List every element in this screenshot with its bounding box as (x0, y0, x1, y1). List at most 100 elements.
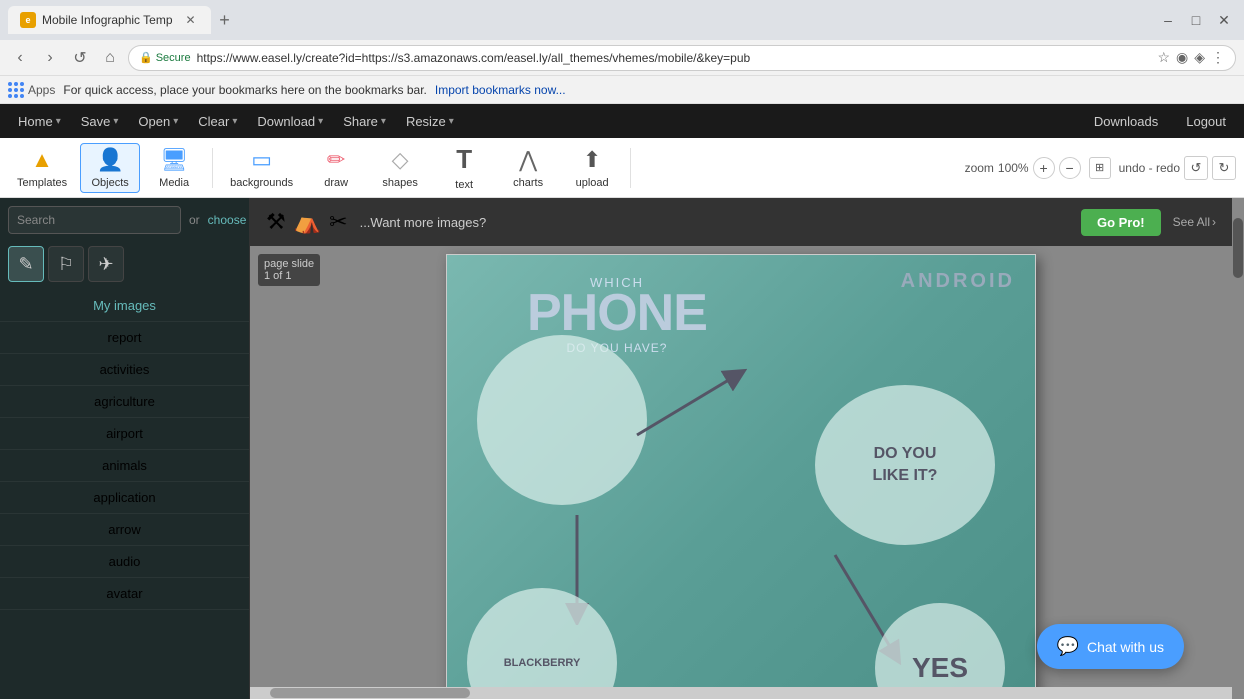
h-scroll-thumb[interactable] (270, 688, 470, 698)
menu-home[interactable]: Home ▾ (8, 110, 71, 133)
objects-icon: 👤 (96, 147, 123, 173)
vertical-scrollbar[interactable] (1232, 198, 1244, 699)
zoom-control: zoom 100% + − (965, 157, 1081, 179)
back-button[interactable]: ‹ (8, 46, 32, 70)
menu-downloads[interactable]: Downloads (1084, 110, 1168, 133)
app-container: Home ▾ Save ▾ Open ▾ Clear ▾ Download ▾ … (0, 104, 1244, 699)
menu-save[interactable]: Save ▾ (71, 110, 129, 133)
address-bar[interactable]: 🔒 Secure https://www.easel.ly/create?id=… (128, 45, 1236, 71)
lock-icon: 🔒 (139, 51, 153, 64)
tab-close-button[interactable]: ✕ (183, 12, 199, 28)
secure-label: Secure (156, 52, 191, 64)
pro-icon-2: ⛺ (294, 209, 321, 235)
menu-clear[interactable]: Clear ▾ (188, 110, 247, 133)
close-button[interactable]: ✕ (1212, 8, 1236, 32)
v-scroll-thumb[interactable] (1233, 218, 1243, 278)
category-arrow[interactable]: arrow (0, 514, 249, 546)
category-application[interactable]: application (0, 482, 249, 514)
page-number: 1 of 1 (264, 270, 292, 282)
bookmarks-text: For quick access, place your bookmarks h… (63, 83, 427, 97)
draw-button[interactable]: ✏ draw (306, 143, 366, 193)
category-animals[interactable]: animals (0, 450, 249, 482)
apps-icon[interactable]: Apps (8, 82, 55, 98)
address-url: https://www.easel.ly/create?id=https://s… (197, 51, 1152, 65)
menu-clear-label: Clear (198, 114, 229, 129)
category-audio[interactable]: audio (0, 546, 249, 578)
media-label: Media (159, 177, 189, 189)
menu-resize[interactable]: Resize ▾ (396, 110, 464, 133)
do-you-like-text: DO YOULIKE IT? (873, 443, 938, 488)
search-input[interactable] (8, 206, 181, 234)
category-dropdown[interactable]: choose category ▾ (208, 213, 250, 227)
profile-icon[interactable]: ◉ (1176, 49, 1188, 66)
arrow-up-right (627, 365, 747, 448)
menu-home-label: Home (18, 114, 53, 129)
canvas[interactable]: WHICH PHONE DO YOU HAVE? ANDROID (446, 254, 1036, 687)
zoom-in-button[interactable]: + (1033, 157, 1055, 179)
upload-button[interactable]: ⬆ upload (562, 143, 622, 193)
browser-frame: e Mobile Infographic Temp ✕ + – □ ✕ ‹ › … (0, 0, 1244, 699)
shapes-button[interactable]: ◇ shapes (370, 143, 430, 193)
category-avatar[interactable]: avatar (0, 578, 249, 610)
text-button[interactable]: T text (434, 143, 494, 193)
templates-label: Templates (17, 177, 67, 189)
see-all-button[interactable]: See All › (1173, 215, 1216, 229)
phone-text: PHONE (527, 290, 707, 337)
upload-label: upload (576, 177, 609, 189)
backgrounds-button[interactable]: ▭ backgrounds (221, 143, 302, 193)
menu-logout[interactable]: Logout (1176, 110, 1236, 133)
undo-button[interactable]: ↺ (1184, 156, 1208, 180)
category-my-images[interactable]: My images (0, 290, 249, 322)
home-button[interactable]: ⌂ (98, 46, 122, 70)
new-tab-button[interactable]: + (211, 6, 239, 34)
minimize-button[interactable]: – (1156, 8, 1180, 32)
window-controls: – □ ✕ (1156, 8, 1236, 32)
horizontal-scrollbar[interactable] (250, 687, 1232, 699)
extension-icon[interactable]: ◈ (1194, 49, 1205, 66)
forward-button[interactable]: › (38, 46, 62, 70)
canvas-wrapper[interactable]: WHICH PHONE DO YOU HAVE? ANDROID (250, 246, 1232, 687)
menu-download-arrow: ▾ (318, 116, 323, 127)
active-tab[interactable]: e Mobile Infographic Temp ✕ (8, 6, 211, 34)
category-my-images-label: My images (93, 298, 156, 313)
menu-open-arrow: ▾ (173, 116, 178, 127)
tab-all-objects[interactable]: ✎ (8, 246, 44, 282)
import-bookmarks-link[interactable]: Import bookmarks now... (435, 83, 566, 97)
menu-share[interactable]: Share ▾ (333, 110, 396, 133)
category-airport[interactable]: airport (0, 418, 249, 450)
pro-icon-3: ✂ (329, 209, 347, 235)
zoom-out-button[interactable]: − (1059, 157, 1081, 179)
text-icon: T (456, 144, 472, 175)
category-activities[interactable]: activities (0, 354, 249, 386)
or-label: or (189, 213, 200, 227)
main-circle (477, 335, 647, 505)
charts-button[interactable]: ⋀ charts (498, 143, 558, 193)
charts-icon: ⋀ (519, 147, 537, 173)
tab-planes[interactable]: ✈ (88, 246, 124, 282)
menu-download[interactable]: Download ▾ (247, 110, 333, 133)
menu-dots-icon[interactable]: ⋮ (1211, 49, 1225, 66)
category-avatar-label: avatar (106, 586, 142, 601)
menu-resize-label: Resize (406, 114, 446, 129)
draw-icon: ✏ (327, 147, 345, 173)
maximize-button[interactable]: □ (1184, 8, 1208, 32)
tab-flags[interactable]: ⚐ (48, 246, 84, 282)
menu-open[interactable]: Open ▾ (128, 110, 188, 133)
category-application-label: application (93, 490, 155, 505)
toolbar: ▲ Templates 👤 Objects 🖥 Media ▭ backgrou… (0, 138, 1244, 198)
bookmark-icon[interactable]: ☆ (1157, 49, 1170, 66)
media-button[interactable]: 🖥 Media (144, 143, 204, 193)
objects-button[interactable]: 👤 Objects (80, 143, 140, 193)
category-agriculture[interactable]: agriculture (0, 386, 249, 418)
grid-button[interactable]: ⊞ (1089, 157, 1111, 179)
redo-button[interactable]: ↻ (1212, 156, 1236, 180)
bookmarks-bar: Apps For quick access, place your bookma… (0, 76, 1244, 104)
page-info: page slide 1 of 1 (258, 254, 320, 286)
chat-button[interactable]: 💬 Chat with us (1037, 624, 1184, 669)
category-report[interactable]: report (0, 322, 249, 354)
objects-label: Objects (91, 177, 128, 189)
menu-share-arrow: ▾ (381, 116, 386, 127)
reload-button[interactable]: ↺ (68, 46, 92, 70)
go-pro-button[interactable]: Go Pro! (1081, 209, 1161, 236)
templates-button[interactable]: ▲ Templates (8, 143, 76, 193)
